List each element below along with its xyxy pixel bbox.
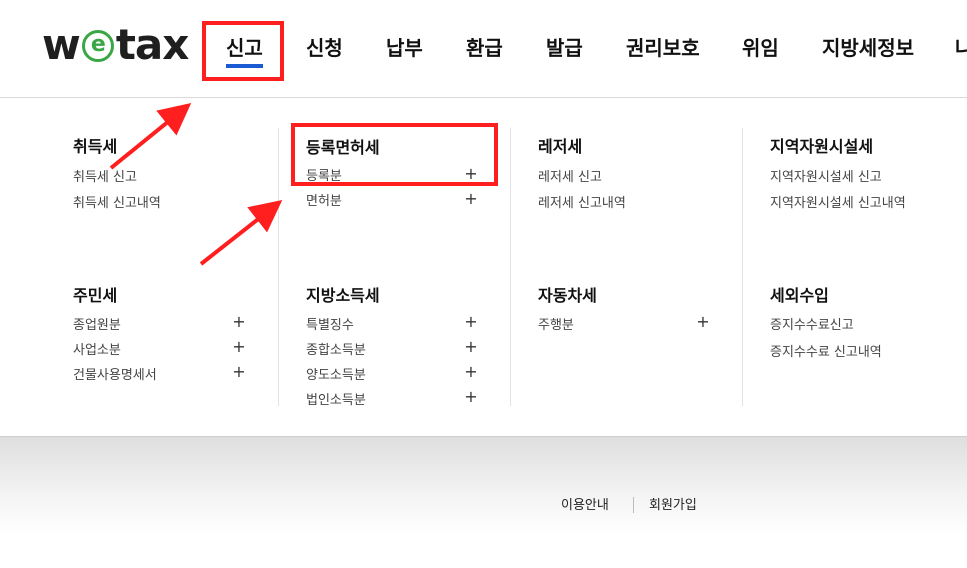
annotation-arrows (109, 102, 283, 266)
arrow-to-nav-report (109, 102, 192, 170)
arrow-to-registration (199, 200, 283, 266)
